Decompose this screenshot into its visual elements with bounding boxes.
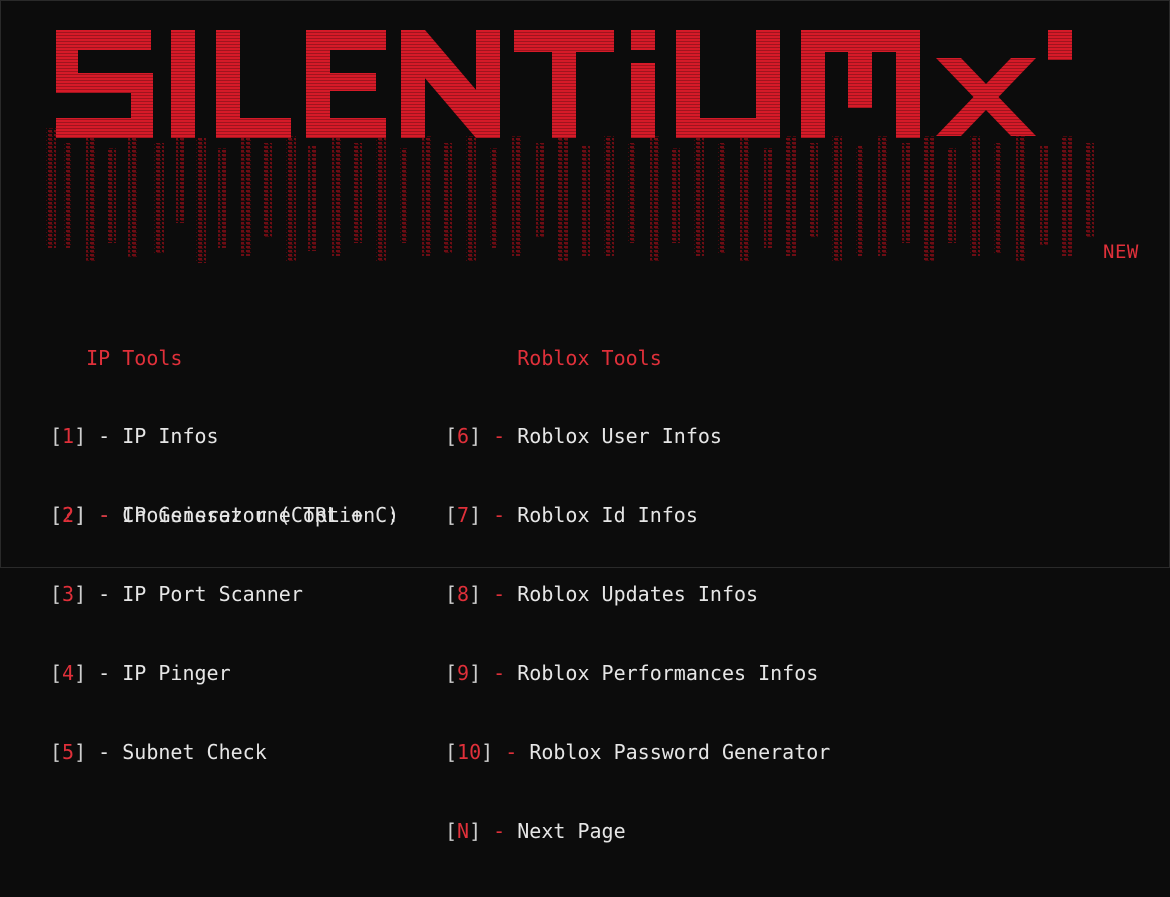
menu-item-roblox-updates-infos[interactable]: [8] - Roblox Updates Infos bbox=[445, 581, 965, 607]
prompt-key: ? bbox=[62, 503, 75, 527]
roblox-tools-heading: Roblox Tools bbox=[517, 345, 662, 370]
logo-drips bbox=[46, 128, 1094, 263]
menu-item-roblox-user-infos[interactable]: [6] - Roblox User Infos bbox=[445, 423, 965, 449]
menu-item-roblox-id-infos[interactable]: [7] - Roblox Id Infos bbox=[445, 502, 965, 528]
new-badge: NEW bbox=[1103, 241, 1139, 263]
menu-item-roblox-performances-infos[interactable]: [9] - Roblox Performances Infos bbox=[445, 660, 965, 686]
main-menu: IP Tools [1] - IP Infos [2] - IP Generat… bbox=[50, 292, 830, 843]
roblox-tools-column: Roblox Tools [6] - Roblox User Infos [7]… bbox=[445, 292, 965, 897]
menu-item-subnet-check[interactable]: [5] - Subnet Check bbox=[50, 739, 399, 765]
prompt-text: Choisissez une option : bbox=[122, 503, 400, 527]
ip-tools-heading: IP Tools bbox=[86, 345, 183, 370]
ip-tools-column: IP Tools [1] - IP Infos [2] - IP Generat… bbox=[50, 292, 399, 818]
menu-item-ip-infos[interactable]: [1] - IP Infos bbox=[50, 423, 399, 449]
silentiumx-ascii-logo bbox=[36, 18, 1136, 273]
menu-item-ip-pinger[interactable]: [4] - IP Pinger bbox=[50, 660, 399, 686]
ip-tools-heading-row: IP Tools bbox=[50, 345, 399, 371]
logo-art bbox=[46, 30, 1094, 263]
roblox-tools-heading-row: Roblox Tools bbox=[445, 345, 965, 371]
menu-item-roblox-password-generator[interactable]: [10] - Roblox Password Generator bbox=[445, 739, 965, 765]
option-prompt[interactable]: [?] - Choisissez une option : bbox=[50, 502, 411, 528]
logo-letters bbox=[56, 30, 1072, 138]
menu-item-ip-port-scanner[interactable]: [3] - IP Port Scanner bbox=[50, 581, 399, 607]
menu-item-next-page[interactable]: [N] - Next Page bbox=[445, 818, 965, 844]
